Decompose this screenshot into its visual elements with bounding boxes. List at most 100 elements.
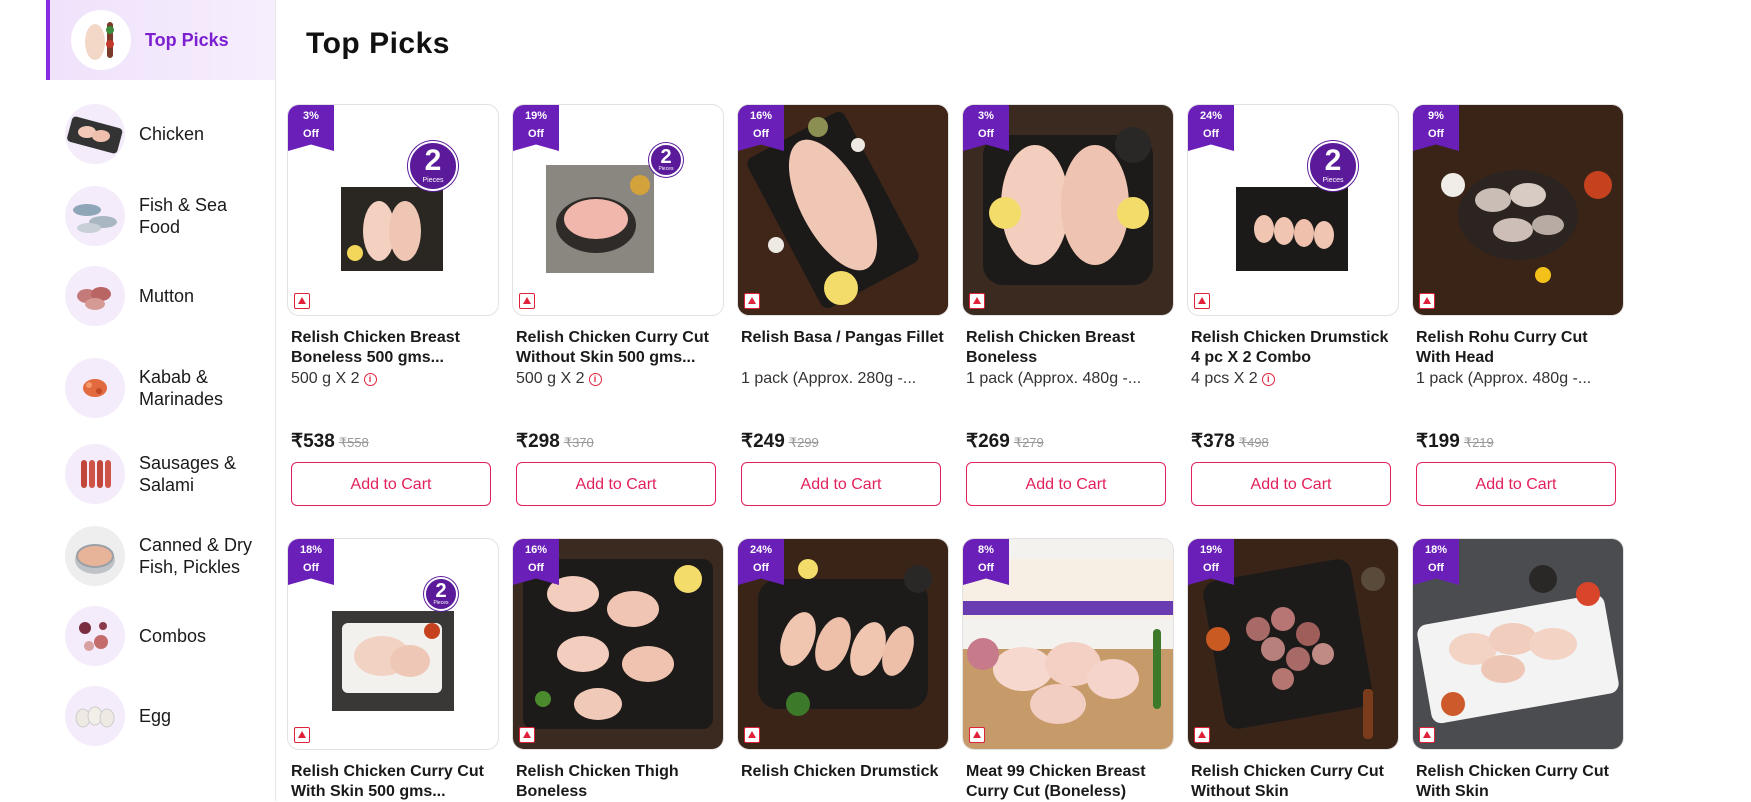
non-veg-icon <box>1419 293 1435 309</box>
product-card[interactable]: 2 Pieces 19% Off Relish Chicken Curry Cut … <box>512 104 724 506</box>
product-card[interactable]: 19% Off Relish Chicken Curry Cut Without … <box>1187 538 1399 802</box>
price-row: ₹378 ₹498 <box>1187 430 1399 454</box>
product-image[interactable]: 24% Off <box>737 538 949 750</box>
sidebar-item-egg[interactable]: Egg <box>46 676 275 756</box>
product-name[interactable]: Relish Chicken Curry Cut Without Skin 50… <box>512 328 724 368</box>
discount-badge: 8% Off <box>963 539 1009 585</box>
top-picks-thumb <box>71 10 131 70</box>
fish-thumb <box>65 186 125 246</box>
product-card[interactable]: 3% Off Relish Chicken Breast Boneless 1 p… <box>962 104 1174 506</box>
product-card[interactable]: 2 Pieces 18% Off Relish Chicken Curry Cut … <box>287 538 499 802</box>
product-name[interactable]: Relish Chicken Thigh Boneless <box>512 762 724 802</box>
mrp: ₹219 <box>1463 435 1494 450</box>
sidebar-item-mutton[interactable]: Mutton <box>46 256 275 336</box>
product-card[interactable]: 9% Off Relish Rohu Curry Cut With Head 1 … <box>1412 104 1624 506</box>
sidebar-item-canned[interactable]: Canned & Dry Fish, Pickles <box>46 516 275 596</box>
product-qty: 1 pack (Approx. 280g -... <box>741 370 917 387</box>
product-card[interactable]: 2 Pieces 3% Off Relish Chicken Breast Bone… <box>287 104 499 506</box>
price-row: ₹199 ₹219 <box>1412 430 1624 454</box>
price-row: ₹269 ₹279 <box>962 430 1174 454</box>
non-veg-icon <box>744 727 760 743</box>
info-icon[interactable]: i <box>363 373 377 386</box>
pieces-badge: 2 Pieces <box>649 143 683 177</box>
non-veg-icon <box>1194 727 1210 743</box>
price: ₹298 <box>516 431 560 452</box>
pieces-badge: 2 Pieces <box>1308 141 1358 191</box>
product-image[interactable]: 2 Pieces 24% Off <box>1187 104 1399 316</box>
product-image[interactable]: 2 Pieces 18% Off <box>287 538 499 750</box>
product-name[interactable]: Relish Chicken Curry Cut With Skin 500 g… <box>287 762 499 802</box>
sidebar-item-label: Canned & Dry Fish, Pickles <box>139 535 253 577</box>
price: ₹199 <box>1416 431 1460 452</box>
non-veg-icon <box>1194 293 1210 309</box>
sidebar-item-label: Chicken <box>139 124 205 144</box>
product-name[interactable]: Relish Basa / Pangas Fillet <box>737 328 949 368</box>
product-card[interactable]: 18% Off Relish Chicken Curry Cut With Ski… <box>1412 538 1624 802</box>
product-image[interactable]: 8% Off <box>962 538 1174 750</box>
info-icon[interactable]: i <box>588 373 602 386</box>
price: ₹249 <box>741 431 785 452</box>
product-name[interactable]: Meat 99 Chicken Breast Curry Cut (Bonele… <box>962 762 1174 802</box>
product-name[interactable]: Relish Chicken Breast Boneless <box>962 328 1174 368</box>
mrp: ₹370 <box>563 435 594 450</box>
product-image[interactable]: 16% Off <box>737 104 949 316</box>
info-icon[interactable]: i <box>1261 373 1275 386</box>
product-name[interactable]: Relish Chicken Drumstick 4 pc X 2 Combo <box>1187 328 1399 368</box>
product-image[interactable]: 19% Off <box>1187 538 1399 750</box>
discount-badge: 18% Off <box>1413 539 1459 585</box>
sidebar-item-fish[interactable]: Fish & Sea Food <box>46 176 275 256</box>
product-image[interactable]: 16% Off <box>512 538 724 750</box>
discount-badge: 19% Off <box>513 105 559 151</box>
sidebar-item-top-picks[interactable]: Top Picks <box>46 0 275 80</box>
price-row: ₹538 ₹558 <box>287 430 499 454</box>
add-to-cart-button[interactable]: Add to Cart <box>1416 462 1616 506</box>
product-qty: 4 pcs X 2i <box>1187 370 1399 390</box>
mrp: ₹279 <box>1013 435 1044 450</box>
sidebar-item-chicken[interactable]: Chicken <box>46 94 275 174</box>
egg-thumb <box>65 686 125 746</box>
product-card[interactable]: 16% Off Relish Chicken Thigh Boneless <box>512 538 724 802</box>
sidebar-item-label: Mutton <box>139 286 195 306</box>
product-name[interactable]: Relish Chicken Curry Cut Without Skin <box>1187 762 1399 802</box>
add-to-cart-button[interactable]: Add to Cart <box>516 462 716 506</box>
product-name[interactable]: Relish Chicken Curry Cut With Skin <box>1412 762 1624 802</box>
sidebar-item-combos[interactable]: Combos <box>46 596 275 676</box>
discount-badge: 19% Off <box>1188 539 1234 585</box>
product-qty: 1 pack (Approx. 480g -... <box>966 370 1142 387</box>
sidebar-item-kabab[interactable]: Kabab & Marinades <box>46 348 275 428</box>
product-qty: 1 pack (Approx. 480g -... <box>1416 370 1592 387</box>
non-veg-icon <box>969 293 985 309</box>
add-to-cart-button[interactable]: Add to Cart <box>741 462 941 506</box>
add-to-cart-button[interactable]: Add to Cart <box>291 462 491 506</box>
product-image[interactable]: 18% Off <box>1412 538 1624 750</box>
canned-thumb <box>65 526 125 586</box>
product-card[interactable]: 16% Off Relish Basa / Pangas Fillet 1 pac… <box>737 104 949 506</box>
discount-badge: 16% Off <box>738 105 784 151</box>
product-name[interactable]: Relish Chicken Breast Boneless 500 gms..… <box>287 328 499 368</box>
product-card[interactable]: 2 Pieces 24% Off Relish Chicken Drumstick … <box>1187 104 1399 506</box>
mrp: ₹299 <box>788 435 819 450</box>
non-veg-icon <box>744 293 760 309</box>
product-name[interactable]: Relish Chicken Drumstick <box>737 762 949 802</box>
sidebar-item-label: Kabab & Marinades <box>139 367 224 409</box>
price: ₹538 <box>291 431 335 452</box>
product-card[interactable]: 8% Off Meat 99 Chicken Breast Curry Cut (… <box>962 538 1174 802</box>
category-sidebar: Top Picks Chicken Fish & Sea Food Mutton… <box>46 0 276 801</box>
add-to-cart-button[interactable]: Add to Cart <box>966 462 1166 506</box>
price: ₹378 <box>1191 431 1235 452</box>
product-image[interactable]: 9% Off <box>1412 104 1624 316</box>
non-veg-icon <box>294 293 310 309</box>
discount-badge: 3% Off <box>963 105 1009 151</box>
product-name[interactable]: Relish Rohu Curry Cut With Head <box>1412 328 1624 368</box>
add-to-cart-button[interactable]: Add to Cart <box>1191 462 1391 506</box>
sidebar-item-sausages[interactable]: Sausages & Salami <box>46 434 275 514</box>
product-card[interactable]: 24% Off Relish Chicken Drumstick <box>737 538 949 802</box>
sidebar-item-label: Fish & Sea Food <box>139 195 228 237</box>
pieces-badge: 2 Pieces <box>424 577 458 611</box>
product-image[interactable]: 2 Pieces 3% Off <box>287 104 499 316</box>
product-image[interactable]: 3% Off <box>962 104 1174 316</box>
product-image[interactable]: 2 Pieces 19% Off <box>512 104 724 316</box>
discount-badge: 24% Off <box>738 539 784 585</box>
mrp: ₹558 <box>338 435 369 450</box>
pieces-badge: 2 Pieces <box>408 141 458 191</box>
